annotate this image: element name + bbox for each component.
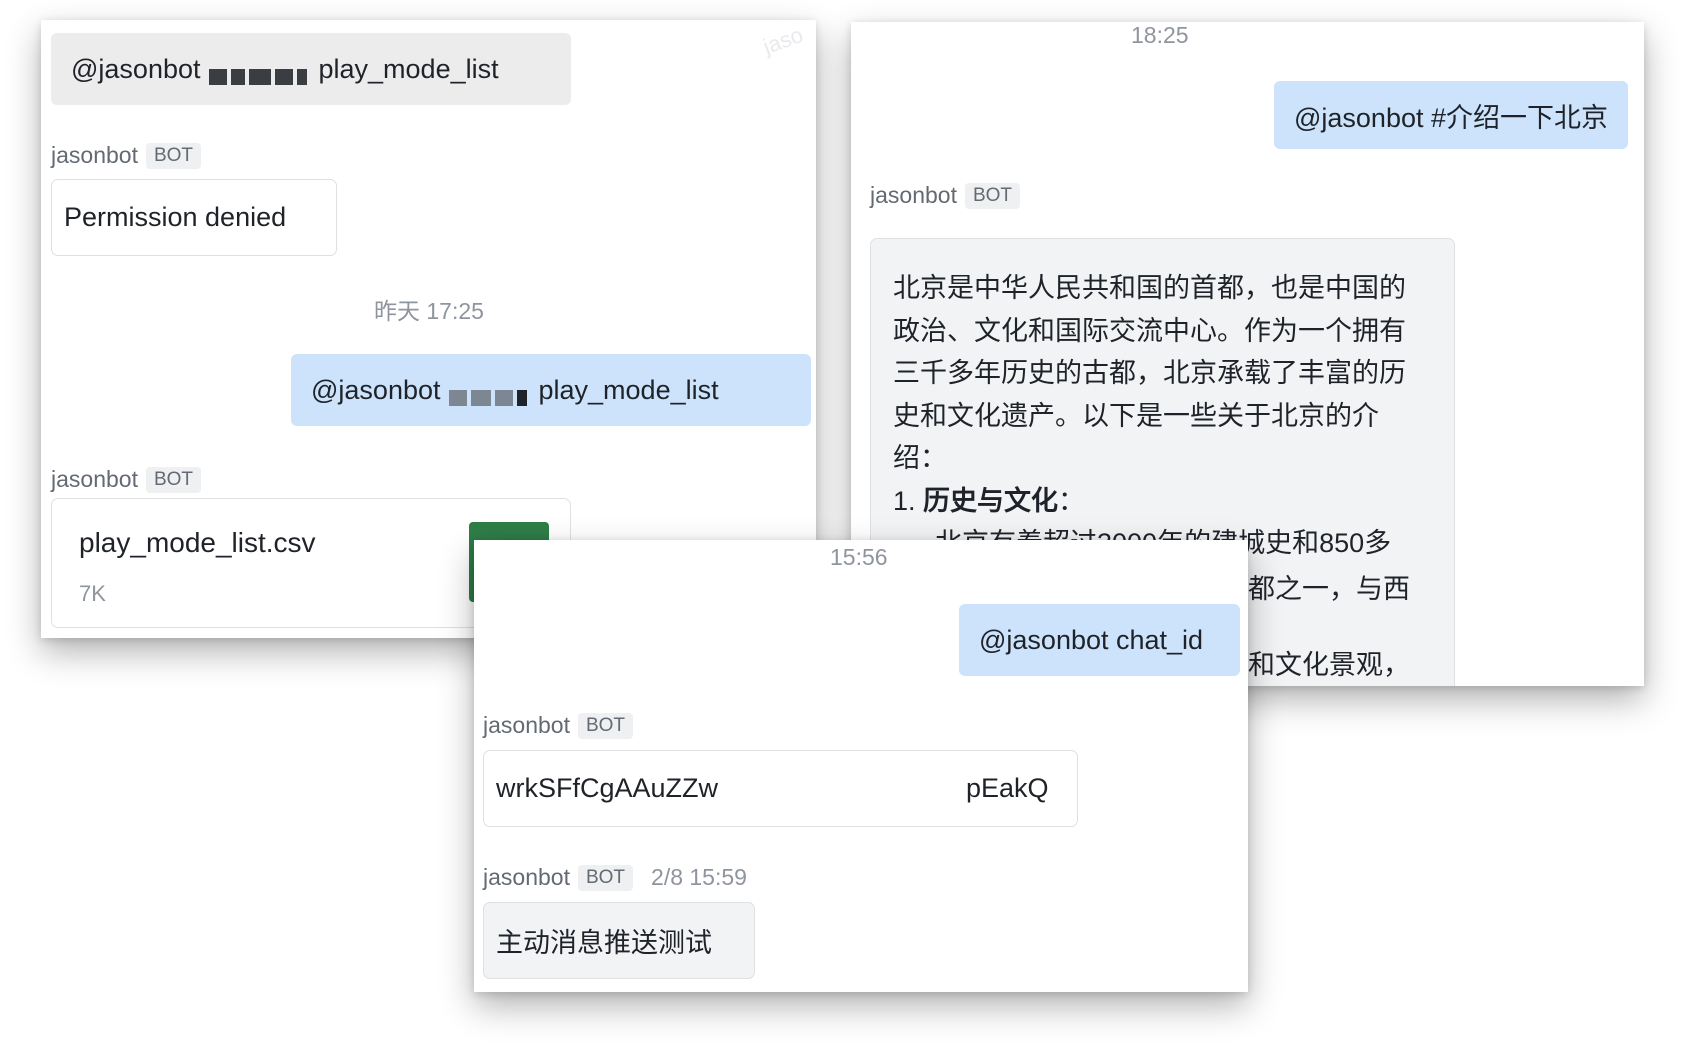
bot-sender-header: jasonbot BOT 2/8 15:59 [483,864,747,891]
reply-line: 北京是中华人民共和国的首都，也是中国的 [893,273,1406,303]
sent-message-text: @jasonbot chat_id [979,624,1204,655]
message-timestamp: 15:56 [830,544,888,570]
bot-badge: BOT [145,466,202,493]
permission-denied-text: Permission denied [64,202,287,232]
sent-message-bubble[interactable]: @jasonbot play_mode_list [291,354,811,426]
bot-badge: BOT [577,712,634,739]
bot-badge: BOT [577,864,634,891]
list-item-number: 1. [893,485,916,516]
sent-message-bubble[interactable]: @jasonbot #介绍一下北京 [1273,81,1628,149]
chat-id-card[interactable]: wrkSFfCgAAuZZw pEakQ [483,750,1078,827]
push-message-card[interactable]: 主动消息推送测试 [483,902,755,979]
message-time: 2/8 15:59 [651,864,747,890]
bot-sender-header: jasonbot BOT [51,466,202,493]
reply-line: 绍： [893,443,947,473]
command-text: play_mode_list [538,374,719,405]
reply-list-item: 1. 历史与文化： [893,480,1432,523]
bot-name[interactable]: jasonbot [870,182,957,209]
sent-message-bubble[interactable]: @jasonbot chat_id [959,604,1240,676]
redacted-text [208,61,311,85]
message-timestamp: 昨天 17:25 [374,298,484,324]
file-name: play_mode_list.csv [79,527,316,558]
bot-sender-header: jasonbot BOT [51,142,202,169]
sent-message-text: @jasonbot #介绍一下北京 [1293,102,1608,133]
file-size: 7K [79,581,106,606]
chat-id-end: pEakQ [966,773,1049,803]
watermark-text: jaso [759,21,807,60]
message-timestamp: 18:25 [1131,22,1189,48]
bot-sender-header: jasonbot BOT [483,712,634,739]
bot-name[interactable]: jasonbot [51,466,138,493]
chat-panel-chat-id: 15:56 @jasonbot chat_id jasonbot BOT wrk… [474,540,1248,992]
bot-badge: BOT [964,182,1021,209]
reply-line: 史和文化遗产。以下是一些关于北京的介 [893,400,1379,431]
bot-sender-header: jasonbot BOT [870,182,1021,209]
bot-badge: BOT [145,142,202,169]
reply-line: 三千多年历史的古都，北京承载了丰富的历 [893,358,1406,388]
bot-name[interactable]: jasonbot [483,712,570,739]
redacted-text [448,382,531,406]
mention-text: @jasonbot [311,374,441,405]
list-item-title: 历史与文化 [923,485,1059,516]
mention-text: @jasonbot [71,53,201,84]
bot-reply-card[interactable]: Permission denied [51,179,337,256]
bot-name[interactable]: jasonbot [51,142,138,169]
command-text: play_mode_list [318,53,499,84]
redacted-region [724,753,966,823]
list-item-colon: ： [1058,485,1086,516]
bot-name[interactable]: jasonbot [483,864,570,891]
push-message-text: 主动消息推送测试 [496,928,712,958]
sent-message-bubble[interactable]: @jasonbot play_mode_list [51,33,571,105]
reply-line: 政治、文化和国际交流中心。作为一个拥有 [893,315,1406,346]
chat-id-start: wrkSFfCgAAuZZw [496,773,719,803]
